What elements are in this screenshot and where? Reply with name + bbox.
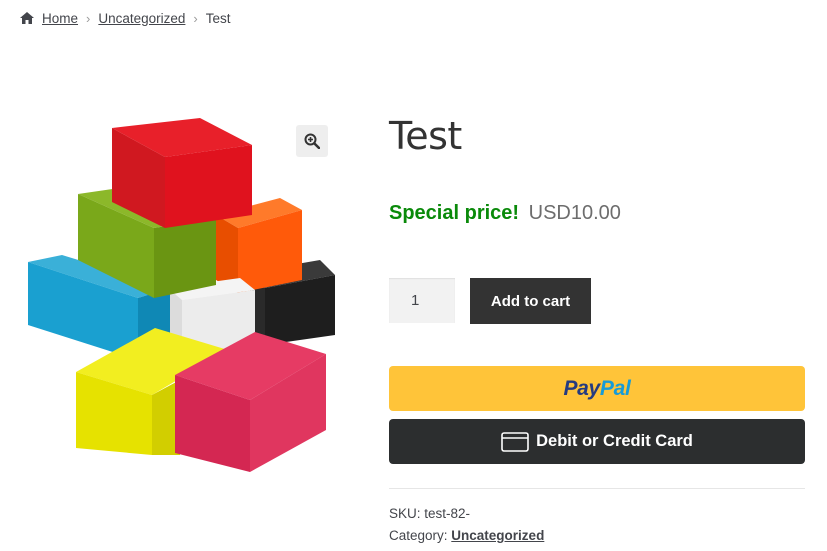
category-label: Category: [389,528,448,543]
product-title: Test [389,114,462,158]
breadcrumb-home-link[interactable]: Home [42,11,78,26]
sku-value: test-82- [424,506,471,521]
product-sku: SKU: test-82- [389,506,470,521]
breadcrumb-current: Test [205,10,231,26]
breadcrumb-separator: › [86,10,91,26]
debit-credit-card-button[interactable]: Debit or Credit Card [389,419,805,464]
breadcrumb-category-link[interactable]: Uncategorized [98,11,185,26]
product-image[interactable] [20,110,340,480]
card-button-label: Debit or Credit Card [536,432,693,450]
category-link[interactable]: Uncategorized [451,528,544,543]
breadcrumb: Home › Uncategorized › Test [19,9,231,27]
zoom-button[interactable] [296,125,328,157]
breadcrumb-separator: › [193,10,198,26]
zoom-icon [304,133,320,149]
paypal-button[interactable]: PayPal [389,366,805,411]
stacked-boxes-image [28,118,335,472]
quantity-input[interactable] [389,278,455,323]
price: Special price! USD10.00 [389,198,621,228]
credit-card-icon [501,431,529,452]
sku-label: SKU: [389,506,421,521]
add-to-cart-button[interactable]: Add to cart [470,278,591,324]
special-price-label: Special price! [389,202,520,224]
paypal-logo: PayPal [563,376,631,400]
product-category: Category: Uncategorized [389,528,544,543]
divider [389,488,805,489]
home-icon [20,12,34,24]
price-amount: USD10.00 [528,202,621,224]
